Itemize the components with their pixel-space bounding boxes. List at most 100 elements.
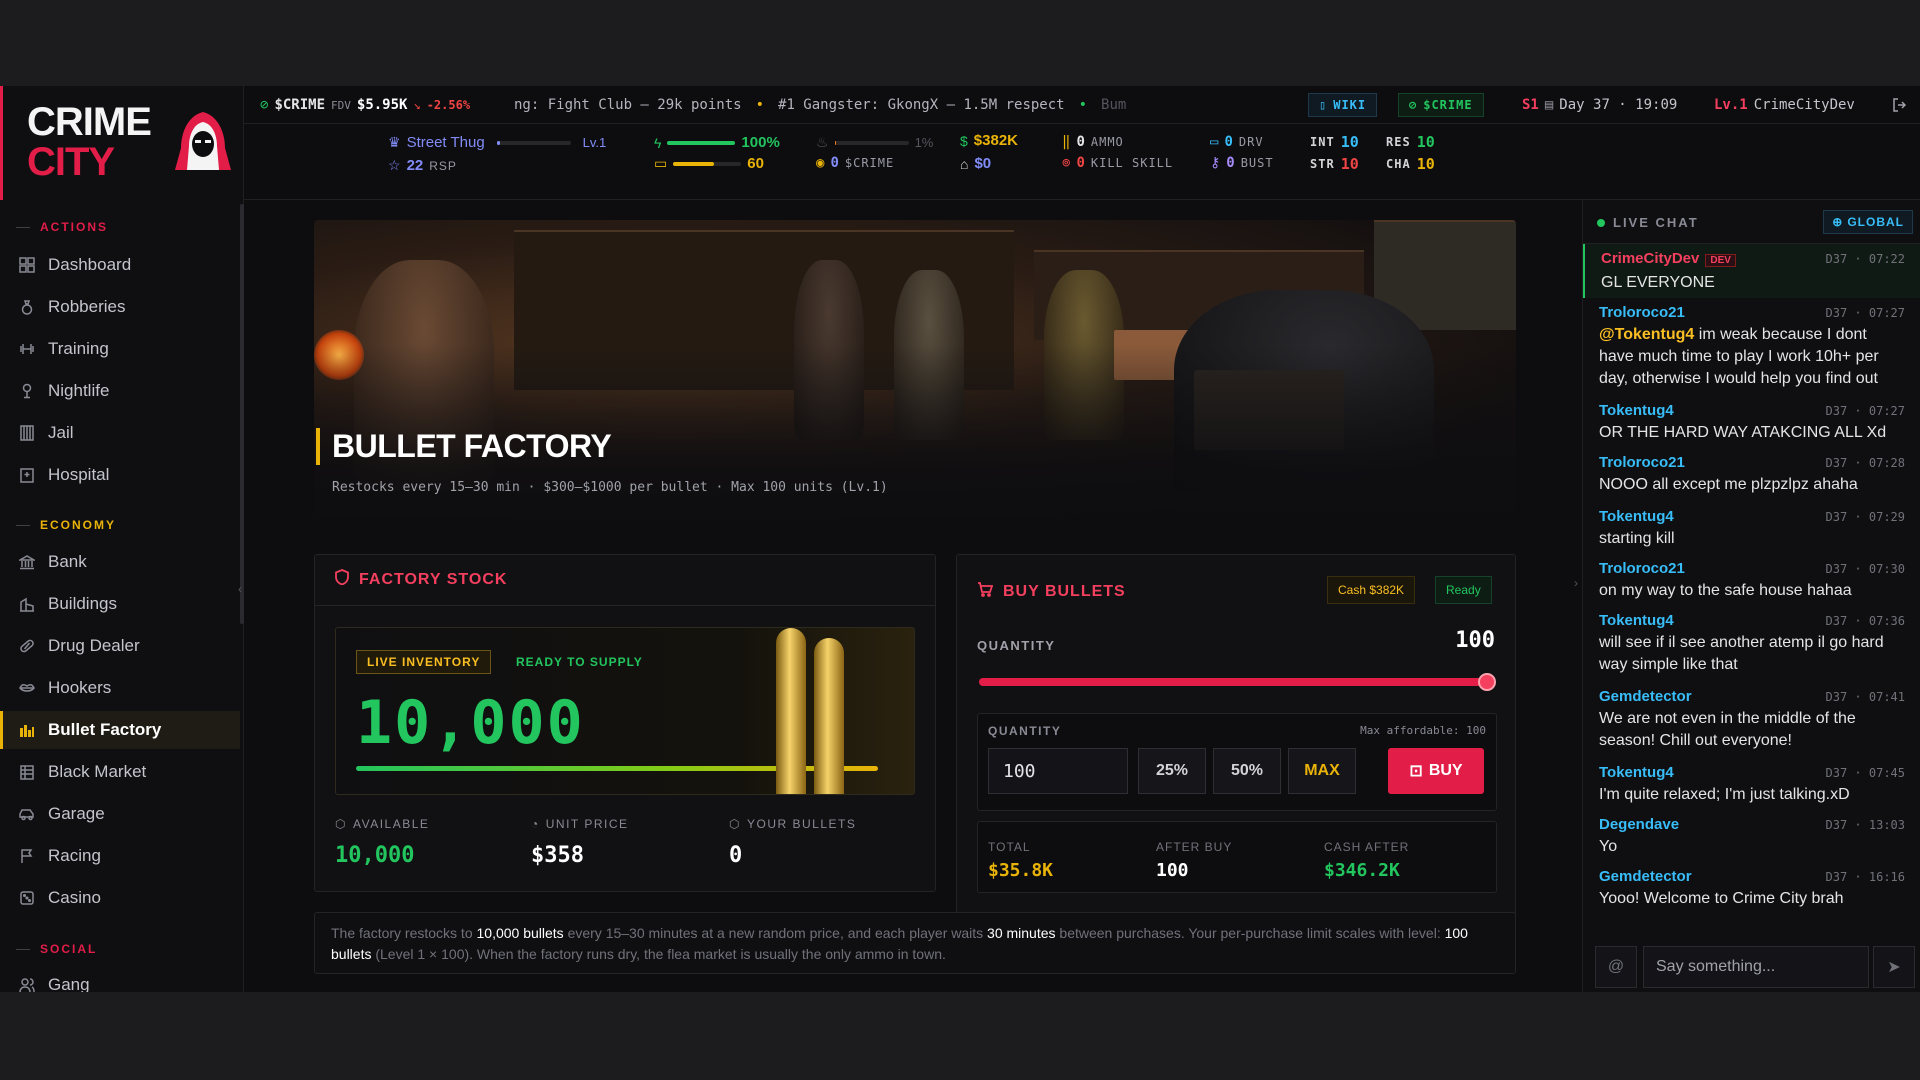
bullet-icon: ‖ xyxy=(1062,134,1071,150)
sidebar-item-casino[interactable]: Casino xyxy=(0,879,240,917)
cash-value: $382K xyxy=(973,132,1018,149)
chat-username[interactable]: Tokentug4 xyxy=(1599,764,1674,781)
ticker-item: ng: Fight Club — 29k points xyxy=(514,97,742,113)
sidebar-item-label: Robberies xyxy=(48,297,126,316)
sidebar-collapse-chevron-icon[interactable]: ‹ xyxy=(238,582,252,604)
chat-username[interactable]: Troloroco21 xyxy=(1599,454,1685,471)
day-time: Day 37 · 19:09 xyxy=(1559,97,1678,113)
token-price-ticker[interactable]: ⊘ $CRIME FDV $5.95K ↘ -2.56% xyxy=(260,97,470,113)
chat-text: OR THE HARD WAY ATAKCING ALL Xd xyxy=(1599,424,1887,441)
chat-username[interactable]: Gemdetector xyxy=(1599,868,1692,885)
cocktail-icon xyxy=(18,382,36,400)
quantity-input[interactable] xyxy=(988,748,1128,794)
online-dot-icon xyxy=(1597,219,1605,227)
str-label: STR xyxy=(1310,157,1335,171)
wiki-button[interactable]: ▯ WIKI xyxy=(1308,93,1378,117)
chat-text: on my way to the safe house hahaa xyxy=(1599,582,1852,599)
chat-username[interactable]: CrimeCityDev xyxy=(1601,250,1699,267)
lips-icon xyxy=(18,679,36,697)
sidebar-item-black-market[interactable]: Black Market xyxy=(0,753,240,791)
chat-username[interactable]: Tokentug4 xyxy=(1599,402,1674,419)
token-icon: ⊘ xyxy=(1409,98,1418,112)
energy-stat: ϟ 100% xyxy=(654,134,780,151)
sidebar-item-jail[interactable]: Jail xyxy=(0,414,240,452)
mention-button[interactable]: @ xyxy=(1595,946,1637,988)
chat-message: CrimeCityDev DEV D37 · 07:22 GL EVERYONE xyxy=(1583,244,1920,298)
brand-logo[interactable]: CRIME CITY xyxy=(0,86,244,200)
news-ticker: ng: Fight Club — 29k points • #1 Gangster:… xyxy=(514,97,1294,113)
sidebar-item-label: Hospital xyxy=(48,465,110,484)
cash-after-label: CASH AFTER xyxy=(1324,840,1410,854)
global-scope-button[interactable]: ⊕ GLOBAL xyxy=(1823,210,1913,234)
drive-value: 0 xyxy=(1224,134,1233,150)
res-value: 10 xyxy=(1416,133,1435,151)
trend-down-icon: ↘ xyxy=(413,98,421,112)
pct-50-button[interactable]: 50% xyxy=(1213,748,1281,794)
slider-fill xyxy=(979,678,1487,686)
hooded-mask-icon xyxy=(175,112,231,170)
chat-username[interactable]: Tokentug4 xyxy=(1599,508,1674,525)
bank-icon xyxy=(18,553,36,571)
sidebar-item-hookers[interactable]: Hookers xyxy=(0,669,240,707)
chat-timestamp: D37 · 07:30 xyxy=(1825,562,1905,576)
nav-section-economy: ECONOMY xyxy=(16,518,116,532)
sidebar-item-gang[interactable]: Gang xyxy=(0,966,240,992)
sidebar-item-drug-dealer[interactable]: Drug Dealer xyxy=(0,627,240,665)
sidebar-item-training[interactable]: Training xyxy=(0,330,240,368)
user-badge[interactable]: Lv.1 CrimeCityDev xyxy=(1714,97,1855,113)
logout-icon[interactable] xyxy=(1892,97,1908,113)
ticker-item: #1 Gangster: GkongX — 1.5M respect xyxy=(778,97,1065,113)
money-bag-icon xyxy=(18,298,36,316)
nerve-value: 60 xyxy=(747,155,764,172)
rank-stat[interactable]: ♛ Street Thug Lv.1 xyxy=(388,134,606,151)
str-stat: STR 10 xyxy=(1310,155,1359,173)
sidebar-item-dashboard[interactable]: Dashboard xyxy=(0,246,240,284)
users-icon xyxy=(18,976,36,992)
chat-input[interactable] xyxy=(1643,946,1869,988)
your-bullets-value: 0 xyxy=(729,843,743,868)
sidebar-item-racing[interactable]: Racing xyxy=(0,837,240,875)
bust-value: 0 xyxy=(1226,155,1235,171)
chat-text: I'm quite relaxed; I'm just talking.xD xyxy=(1599,786,1850,803)
pct-25-button[interactable]: 25% xyxy=(1138,748,1206,794)
sidebar-item-robberies[interactable]: Robberies xyxy=(0,288,240,326)
crime-token-button[interactable]: ⊘ $CRIME xyxy=(1398,93,1484,117)
flag-icon xyxy=(18,847,36,865)
box-icon: ⬡ xyxy=(335,817,347,831)
max-button[interactable]: MAX xyxy=(1288,748,1356,794)
chat-username[interactable]: Troloroco21 xyxy=(1599,304,1685,321)
user-level: Lv.1 xyxy=(1714,97,1748,113)
cash-after-value: $346.2K xyxy=(1324,860,1400,881)
chat-mention[interactable]: @Tokentug4 xyxy=(1599,326,1694,343)
buy-bullets-header: BUY BULLETS xyxy=(977,581,1126,602)
live-inventory-badge: LIVE INVENTORY xyxy=(356,650,492,674)
sidebar-item-buildings[interactable]: Buildings xyxy=(0,585,240,623)
sidebar-item-label: Nightlife xyxy=(48,381,110,400)
crime-label: $CRIME xyxy=(1423,98,1473,112)
chat-message: Degendave D37 · 13:03 Yo xyxy=(1583,814,1920,858)
sidebar-item-garage[interactable]: Garage xyxy=(0,795,240,833)
quantity-slider[interactable] xyxy=(979,673,1496,691)
sidebar-item-hospital[interactable]: Hospital xyxy=(0,456,240,494)
sidebar-item-label: Racing xyxy=(48,846,101,865)
sidebar-item-nightlife[interactable]: Nightlife xyxy=(0,372,240,410)
ticker-separator: • xyxy=(1078,97,1088,113)
chat-timestamp: D37 · 07:45 xyxy=(1825,766,1905,780)
buy-button[interactable]: ⊡ BUY xyxy=(1388,748,1484,794)
car-icon: ▭ xyxy=(1210,134,1219,150)
chat-username[interactable]: Troloroco21 xyxy=(1599,560,1685,577)
chat-username[interactable]: Gemdetector xyxy=(1599,688,1692,705)
sidebar-item-bank[interactable]: Bank xyxy=(0,543,240,581)
sidebar-item-bullet-factory[interactable]: Bullet Factory xyxy=(0,711,240,749)
slider-thumb[interactable] xyxy=(1478,673,1496,691)
chat-message: Gemdetector D37 · 16:16 Yooo! Welcome to C… xyxy=(1583,866,1920,910)
chat-username[interactable]: Tokentug4 xyxy=(1599,612,1674,629)
drive-label: DRV xyxy=(1238,135,1264,149)
send-button[interactable]: ➤ xyxy=(1873,946,1915,988)
factory-stock-title: FACTORY STOCK xyxy=(359,570,508,588)
nerve-stat: ▭ 60 xyxy=(654,155,764,172)
chat-username[interactable]: Degendave xyxy=(1599,816,1679,833)
res-stat: RES 10 xyxy=(1386,133,1435,151)
sidebar-scrollbar[interactable] xyxy=(240,204,244,624)
buildings-icon xyxy=(18,595,36,613)
